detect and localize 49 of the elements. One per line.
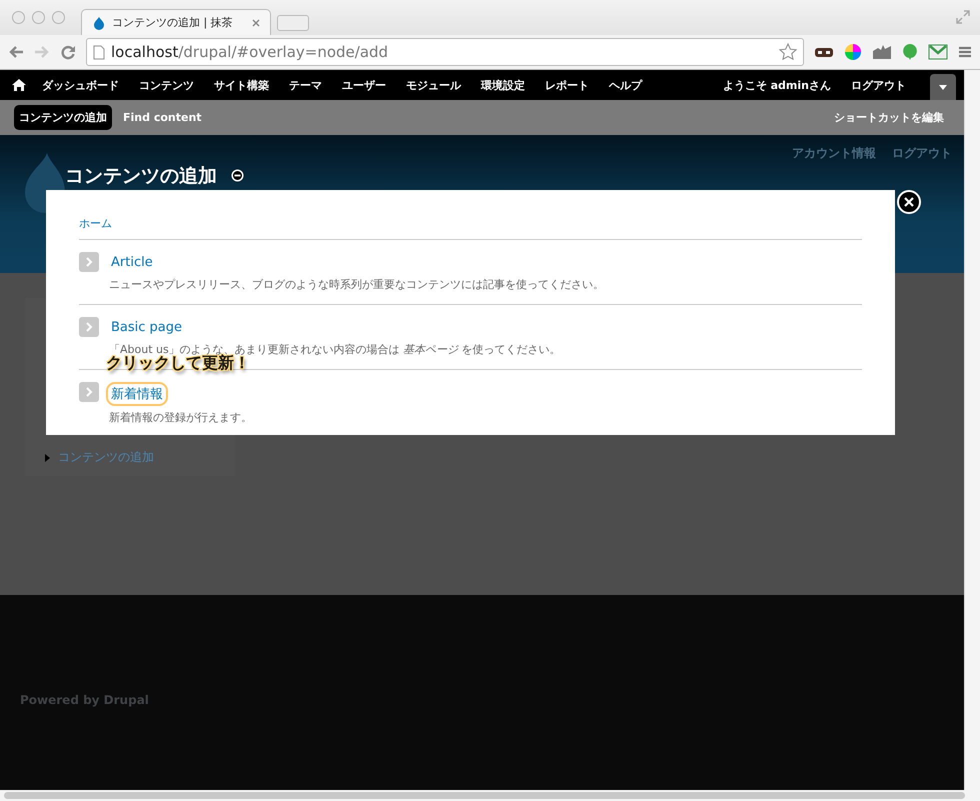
- welcome-link[interactable]: ようこそ adminさん: [712, 78, 841, 92]
- toolbar-link[interactable]: ユーザー: [332, 78, 396, 92]
- menu-icon[interactable]: [958, 45, 972, 59]
- shortcut-link[interactable]: Find content: [118, 106, 207, 129]
- address-bar[interactable]: localhost/drupal/#overlay=node/add: [86, 38, 804, 66]
- toolbar-link[interactable]: モジュール: [396, 78, 471, 92]
- window-controls[interactable]: [12, 11, 65, 24]
- color-wheel-icon[interactable]: [844, 43, 862, 61]
- tab-title: コンテンツの追加 | 抹茶: [112, 15, 234, 30]
- content-type-description: 新着情報の登録が行えます。: [109, 410, 253, 425]
- reload-icon[interactable]: [60, 44, 76, 60]
- toolbar-link[interactable]: 環境設定: [471, 78, 535, 92]
- toolbar-link[interactable]: サイト構築: [204, 78, 279, 92]
- page-icon: [93, 44, 105, 60]
- drawer-toggle-button[interactable]: [930, 74, 956, 100]
- vertical-scrollbar[interactable]: [964, 70, 980, 790]
- browser-tab[interactable]: コンテンツの追加 | 抹茶: [81, 9, 271, 35]
- drop-icon: [92, 16, 106, 30]
- fullscreen-icon[interactable]: [956, 10, 970, 24]
- shortcut-link[interactable]: コンテンツの追加: [14, 105, 112, 130]
- content-type-description: ニュースやプレスリリース、ブログのような時系列が重要なコンテンツには記事を使ってください。: [109, 277, 605, 292]
- footer-text: Powered by Drupal: [20, 693, 149, 707]
- edit-shortcuts-link[interactable]: ショートカットを編集: [834, 110, 944, 125]
- new-tab-button[interactable]: [277, 15, 309, 31]
- toolbar-link[interactable]: テーマ: [279, 78, 332, 92]
- minus-icon[interactable]: [231, 169, 244, 182]
- url-text: localhost/drupal/#overlay=node/add: [111, 43, 390, 61]
- back-icon[interactable]: [8, 45, 24, 59]
- triangle-icon: [45, 454, 50, 462]
- star-icon[interactable]: [779, 43, 797, 61]
- close-icon[interactable]: [252, 18, 260, 26]
- content-type-link[interactable]: Basic page: [106, 317, 188, 338]
- balloon-icon[interactable]: [902, 43, 918, 61]
- close-icon: [904, 197, 914, 207]
- toolbar-link[interactable]: コンテンツ: [129, 78, 204, 92]
- mask-icon[interactable]: [814, 45, 834, 59]
- content-type-link[interactable]: Article: [106, 252, 158, 273]
- logout-link[interactable]: ログアウト: [841, 78, 916, 92]
- breadcrumb-link[interactable]: ホーム: [79, 216, 112, 231]
- content-type-link[interactable]: 新着情報: [106, 382, 168, 406]
- scrollbar-thumb[interactable]: [4, 792, 965, 799]
- mail-icon[interactable]: [928, 44, 948, 60]
- toolbar-link[interactable]: ダッシュボード: [32, 78, 129, 92]
- toolbar-link[interactable]: レポート: [535, 78, 599, 92]
- overlay-title: コンテンツの追加: [65, 164, 217, 188]
- toolbar-link[interactable]: ヘルプ: [599, 78, 652, 92]
- caret-icon: [939, 84, 947, 90]
- annotation-text: クリックして更新！: [106, 354, 250, 372]
- home-icon[interactable]: [12, 79, 26, 91]
